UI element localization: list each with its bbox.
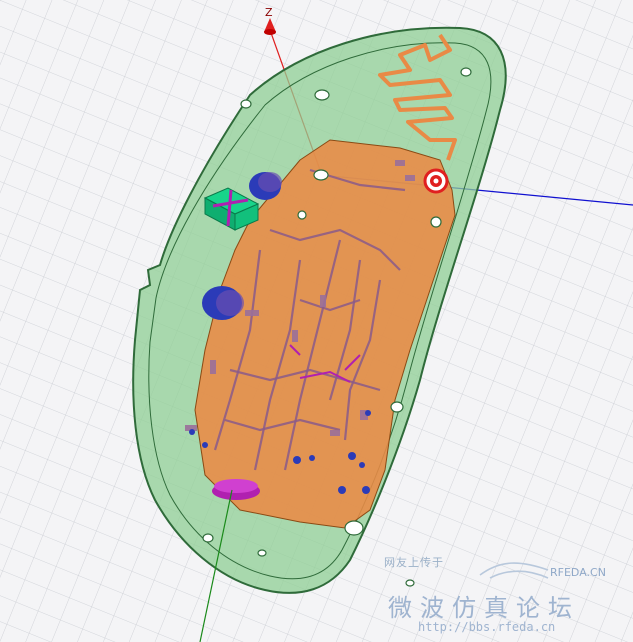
z-axis-label: Z	[265, 6, 273, 19]
watermark-uploader-text: 网友上传于	[384, 556, 444, 569]
watermark-title: 微波仿真论坛	[388, 594, 580, 622]
coordinate-origin[interactable]	[423, 168, 449, 194]
3d-viewport[interactable]: Z 网友上传于 RFEDA.CN 微波仿真论坛 http://bbs.rfeda…	[0, 0, 633, 642]
watermark-url: http://bbs.rfeda.cn	[418, 620, 556, 634]
lumped-port[interactable]	[212, 479, 260, 500]
pcb-model-scene[interactable]: Z	[0, 0, 633, 642]
watermark-brand: RFEDA.CN	[550, 566, 606, 579]
